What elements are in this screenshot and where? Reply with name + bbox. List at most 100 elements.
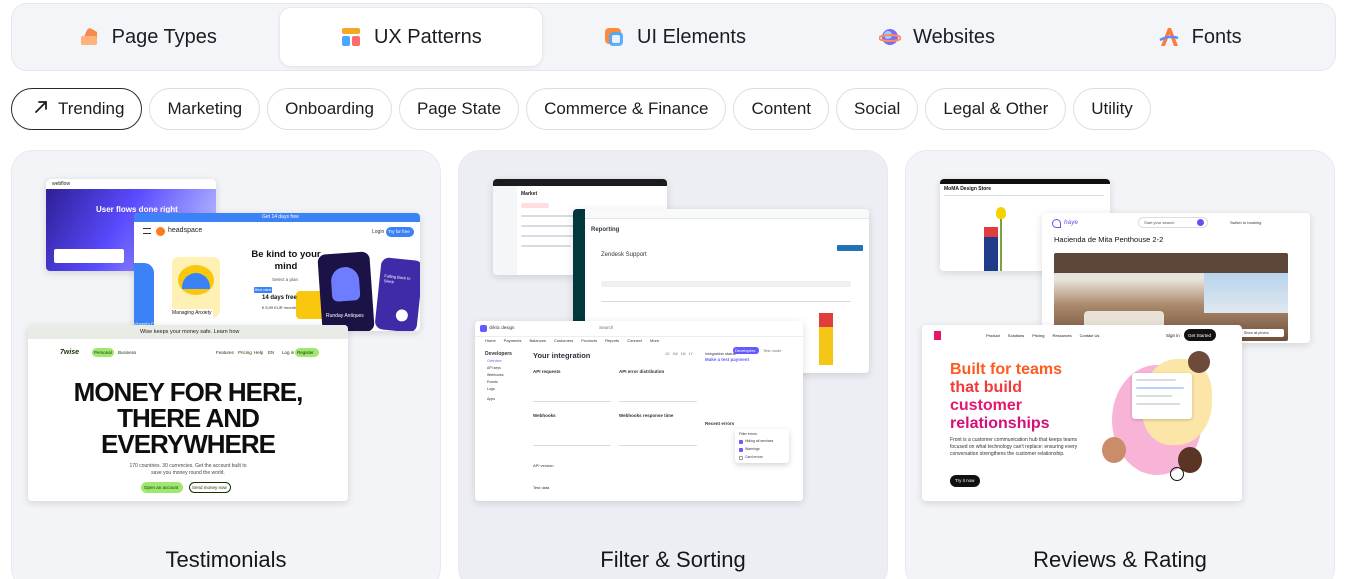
filter-errors-title: Filter errors — [739, 432, 757, 436]
front-nav-item[interactable]: Resources — [1053, 333, 1072, 338]
wise-nav-business: Business — [118, 350, 137, 355]
stripe-test-payment[interactable]: Make a test payment — [705, 357, 749, 362]
front-cta[interactable]: Get Started — [1188, 333, 1211, 338]
haye-show-photos[interactable]: Show all photos — [1244, 331, 1269, 335]
filter-option[interactable]: Card errors — [745, 455, 763, 459]
stripe-period[interactable]: 1W — [672, 352, 677, 356]
headspace-cta: Try for free — [388, 229, 410, 234]
stripe-menu-item[interactable]: More — [650, 337, 659, 345]
wise-nav-register: Register — [297, 350, 314, 355]
category-tab-bar: Page Types UX Patterns UI Elements Websi… — [11, 3, 1336, 71]
tab-page-types[interactable]: Page Types — [16, 7, 279, 67]
hamburger-icon — [143, 228, 151, 234]
stripe-menu-item[interactable]: Payments — [504, 337, 522, 345]
tab-fonts[interactable]: Fonts — [1068, 7, 1331, 67]
front-illustration — [1102, 351, 1212, 491]
stripe-period[interactable]: 1M — [681, 352, 686, 356]
tab-ui-elements[interactable]: UI Elements — [543, 7, 806, 67]
zendesk-sub: Zendesk Support — [601, 252, 647, 258]
market-title: Market — [521, 191, 538, 197]
front-headline-3: customer — [950, 397, 1023, 414]
fonts-icon — [1158, 26, 1180, 48]
headspace-banner: Get 14 days free — [262, 214, 299, 220]
chip-content[interactable]: Content — [733, 88, 830, 130]
front-signin[interactable]: Sign in — [1166, 333, 1180, 338]
stripe-menu-item[interactable]: Connect — [627, 337, 642, 345]
stripe-side-item[interactable]: Apps — [487, 397, 495, 401]
front-nav-item[interactable]: Product — [986, 333, 1000, 338]
stripe-menu: Home Payments Balances Customers Product… — [475, 337, 803, 345]
tab-label: Page Types — [111, 25, 217, 48]
stripe-api-errors: API error distribution — [619, 369, 665, 374]
tab-websites[interactable]: Websites — [806, 7, 1069, 67]
pattern-card-testimonials[interactable]: webflow User flows done right Get 14 day… — [11, 150, 441, 579]
pattern-card-filter-sorting[interactable]: Market Reporting Zendesk Support cliktic… — [458, 150, 888, 579]
zendesk-heading: Reporting — [591, 227, 620, 233]
checkbox-icon[interactable] — [739, 456, 743, 460]
stripe-side-item[interactable]: Logs — [487, 387, 495, 391]
chip-label: Social — [854, 99, 901, 118]
wise-nav-features: Features — [216, 350, 234, 355]
filter-option[interactable]: Hiding all services — [745, 439, 773, 443]
tab-ux-patterns[interactable]: UX Patterns — [278, 7, 544, 67]
stripe-side-item[interactable]: Overview — [487, 359, 502, 363]
stripe-side-item[interactable]: API keys — [487, 366, 501, 370]
chip-marketing[interactable]: Marketing — [149, 88, 261, 130]
haye-screenshot: haye Start your search Switch to booking… — [1042, 213, 1310, 343]
haye-search[interactable]: Start your search — [1144, 220, 1174, 225]
stripe-developers: Developers — [485, 351, 512, 357]
front-headline-2: that build — [950, 379, 1022, 396]
stripe-webhooks-time: Webhooks response time — [619, 413, 674, 418]
stripe-api-version: API version — [533, 463, 554, 468]
stripe-menu-item[interactable]: Reports — [605, 337, 619, 345]
haye-switch[interactable]: Switch to booking — [1230, 220, 1261, 225]
stripe-period-selector: 1D 1W 1M 1Y — [665, 352, 693, 356]
front-nav: Product Solutions Pricing Resources Cont… — [986, 333, 1099, 338]
front-headline-4: relationships — [950, 415, 1050, 432]
wise-nav-help: Help — [254, 350, 264, 355]
chip-utility[interactable]: Utility — [1073, 88, 1151, 130]
chip-label: Content — [751, 99, 812, 118]
chip-social[interactable]: Social — [836, 88, 919, 130]
stripe-menu-item[interactable]: Customers — [554, 337, 573, 345]
chip-legal-other[interactable]: Legal & Other — [925, 88, 1067, 130]
wise-logo: 7wise — [60, 349, 80, 356]
pattern-card-reviews-rating[interactable]: MoMA Design Store haye Start your search… — [905, 150, 1335, 579]
haye-logo-icon — [1052, 219, 1061, 228]
wise-sub-2: save you money round the world. — [151, 470, 225, 476]
chip-onboarding[interactable]: Onboarding — [267, 88, 392, 130]
page-types-icon — [78, 26, 100, 48]
front-nav-item[interactable]: Solutions — [1008, 333, 1024, 338]
stripe-heading: Your integration — [533, 351, 591, 360]
stripe-side-item[interactable]: Webhooks — [487, 373, 503, 377]
front-nav-item[interactable]: Contact Us — [1080, 333, 1100, 338]
stripe-brand-icon — [480, 325, 487, 332]
haye-listing-title: Hacienda de Mita Penthouse 2-2 — [1054, 235, 1164, 244]
chip-commerce-finance[interactable]: Commerce & Finance — [526, 88, 727, 130]
front-nav-item[interactable]: Pricing — [1032, 333, 1044, 338]
stripe-menu-item[interactable]: Balances — [529, 337, 545, 345]
filter-errors-dropdown[interactable]: Filter errors Hiding all services Warnin… — [735, 429, 789, 463]
front-headline-1: Built for teams — [950, 361, 1063, 378]
checkbox-icon[interactable] — [739, 448, 743, 452]
tab-label: Fonts — [1191, 25, 1242, 48]
stripe-menu-item[interactable]: Home — [485, 337, 496, 345]
front-screenshot: Product Solutions Pricing Resources Cont… — [922, 325, 1242, 501]
stripe-test-mode: Test mode — [763, 348, 782, 353]
stripe-menu-item[interactable]: Products — [581, 337, 597, 345]
ui-elements-icon — [603, 26, 625, 48]
stripe-period[interactable]: 1Y — [689, 352, 693, 356]
chip-page-state[interactable]: Page State — [398, 88, 520, 130]
stripe-screenshot: cliktic design Search Home Payments Bala… — [475, 321, 803, 501]
stripe-period[interactable]: 1D — [665, 352, 669, 356]
front-button[interactable]: Try it now — [955, 478, 974, 483]
websites-icon — [878, 26, 903, 48]
stripe-brand: cliktic design — [489, 325, 515, 330]
checkbox-icon[interactable] — [739, 440, 743, 444]
front-description: Front is a customer communication hub th… — [950, 437, 1078, 457]
search-icon[interactable] — [1197, 219, 1204, 226]
chip-trending[interactable]: Trending — [11, 88, 143, 130]
stripe-side-item[interactable]: Events — [487, 380, 498, 384]
filter-option[interactable]: Warnings — [745, 447, 760, 451]
trending-arrow-icon — [34, 99, 48, 119]
